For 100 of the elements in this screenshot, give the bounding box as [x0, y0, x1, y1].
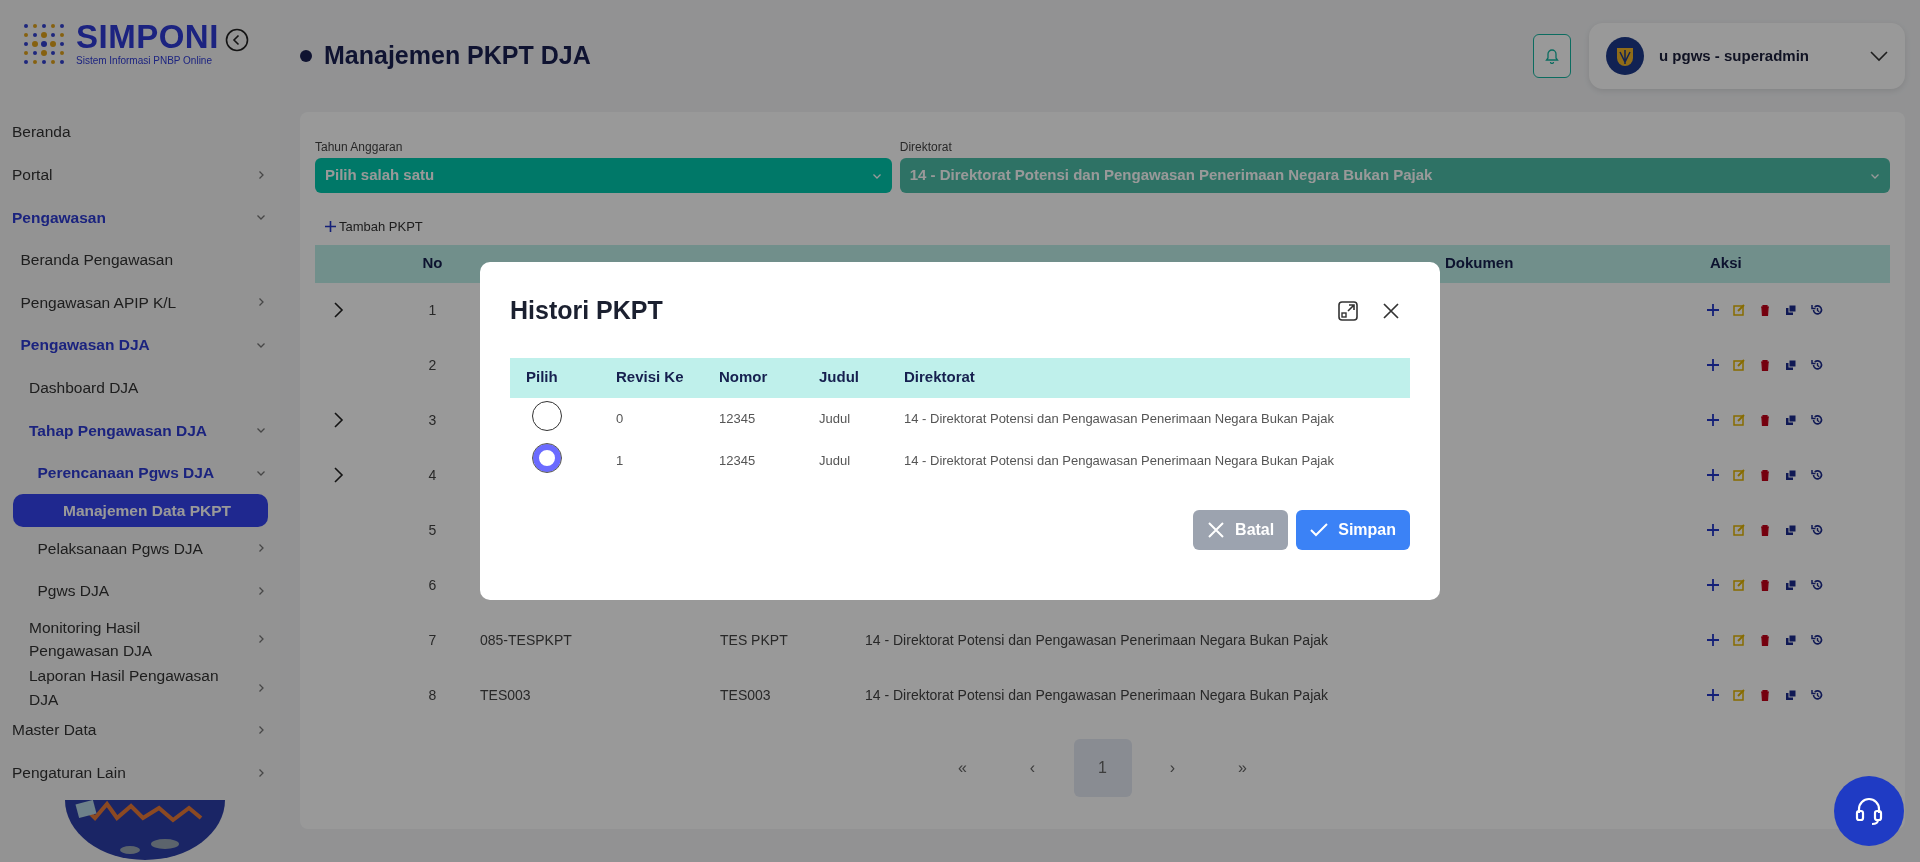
menu-item[interactable]: Beranda	[0, 110, 280, 154]
history-icon[interactable]	[1811, 359, 1823, 371]
menu-item[interactable]: Pelaksanaan Pgws DJA	[0, 527, 280, 570]
trash-icon[interactable]	[1759, 634, 1771, 646]
table-cell: 7	[428, 631, 437, 648]
history-icon[interactable]	[1811, 579, 1823, 591]
table-cell: 1	[616, 452, 624, 468]
expand-row-button[interactable]	[333, 467, 345, 483]
expand-row-button[interactable]	[333, 412, 345, 428]
table-cell: 12345	[719, 410, 756, 426]
table-cell: 14 - Direktorat Potensi dan Pengawasan Penerimaan Negara Bukan Pajak	[904, 410, 1334, 426]
chevron-right-icon	[256, 543, 266, 554]
headset-icon	[1853, 795, 1885, 827]
trash-icon[interactable]	[1759, 359, 1771, 371]
table-cell: Judul	[819, 452, 851, 468]
chevron-right-icon	[256, 169, 266, 180]
table-cell: 8	[428, 686, 437, 703]
page-nav-button[interactable]: »	[1213, 738, 1272, 797]
radio-button[interactable]	[532, 443, 562, 474]
history-icon[interactable]	[1811, 634, 1823, 646]
menu-item[interactable]: Dashboard DJA	[0, 366, 280, 409]
table-cell: 3	[428, 411, 437, 428]
menu-item[interactable]: Pengaturan Lain	[0, 751, 280, 794]
page-title: Manajemen PKPT DJA	[324, 40, 592, 72]
table-cell: 1	[428, 301, 437, 318]
plus-icon[interactable]	[1707, 414, 1719, 426]
plus-icon[interactable]	[1707, 469, 1719, 481]
chevron-right-icon	[256, 682, 266, 693]
table-cell: 2	[428, 356, 437, 373]
trash-icon[interactable]	[1759, 469, 1771, 481]
table-cell: TES003	[480, 686, 531, 703]
plus-icon[interactable]	[1707, 304, 1719, 316]
plus-icon	[325, 221, 336, 232]
table-cell: Judul	[819, 410, 851, 426]
expand-row-button[interactable]	[333, 302, 345, 318]
plus-icon[interactable]	[1707, 579, 1719, 591]
menu-item[interactable]: Laporan Hasil Pengawasan DJA	[0, 666, 280, 709]
expand-button[interactable]	[1338, 300, 1358, 321]
logo-subtitle: Sistem Informasi PNBP Online	[76, 54, 213, 68]
bell-icon	[1544, 48, 1560, 64]
copy-icon[interactable]	[1785, 469, 1797, 481]
menu-item[interactable]: Pengawasan	[0, 195, 280, 239]
page-button[interactable]: 1	[1073, 738, 1132, 797]
user-menu[interactable]: u pgws - superadmin	[1589, 23, 1905, 89]
history-icon[interactable]	[1811, 524, 1823, 536]
copy-icon[interactable]	[1785, 579, 1797, 591]
save-button[interactable]: Simpan	[1296, 509, 1410, 550]
radio-button[interactable]	[532, 401, 562, 432]
menu-item[interactable]: Pengawasan DJA	[0, 323, 280, 367]
menu-item[interactable]: Tahap Pengawasan DJA	[0, 408, 280, 452]
history-icon[interactable]	[1811, 414, 1823, 426]
bullet-icon	[300, 50, 312, 62]
table-cell: 5	[428, 521, 437, 538]
column-header: Nomor	[719, 368, 768, 386]
close-button[interactable]	[1382, 301, 1400, 320]
page-nav-button[interactable]: ›	[1143, 738, 1202, 797]
table-cell: 14 - Direktorat Potensi dan Pengawasan Penerimaan Negara Bukan Pajak	[904, 452, 1334, 468]
menu-item[interactable]: Monitoring Hasil Pengawasan DJA	[0, 612, 280, 667]
copy-icon[interactable]	[1785, 414, 1797, 426]
modal-title: Histori PKPT	[510, 295, 664, 326]
chevron-right-icon	[256, 297, 266, 308]
plus-icon[interactable]	[1707, 689, 1719, 701]
chevron-right-icon	[256, 767, 266, 778]
column-header: No	[422, 254, 443, 272]
trash-icon[interactable]	[1759, 579, 1771, 591]
column-header: Revisi Ke	[616, 368, 684, 386]
menu-item[interactable]: Manajemen Data PKPT	[13, 494, 268, 528]
menu-item[interactable]: Master Data	[0, 708, 280, 752]
menu-item[interactable]: Pengawasan APIP K/L	[0, 281, 280, 324]
page-nav-button[interactable]: ‹	[1003, 738, 1062, 797]
copy-icon[interactable]	[1785, 634, 1797, 646]
table-cell: TES PKPT	[720, 631, 788, 648]
trash-icon[interactable]	[1759, 689, 1771, 701]
menu-item[interactable]: Portal	[0, 153, 280, 196]
trash-icon[interactable]	[1759, 304, 1771, 316]
menu-item[interactable]: Beranda Pengawasan	[0, 238, 280, 282]
column-header: Judul	[819, 368, 859, 386]
plus-icon[interactable]	[1707, 359, 1719, 371]
menu-item[interactable]: Pgws DJA	[0, 569, 280, 613]
emblem-icon	[1605, 36, 1645, 76]
collapse-sidebar-button[interactable]	[224, 28, 249, 52]
plus-icon[interactable]	[1707, 634, 1719, 646]
copy-icon[interactable]	[1785, 304, 1797, 316]
column-header: Dokumen	[1445, 254, 1514, 272]
trash-icon[interactable]	[1759, 524, 1771, 536]
history-icon[interactable]	[1811, 304, 1823, 316]
history-icon[interactable]	[1811, 689, 1823, 701]
table-cell: 12345	[719, 452, 756, 468]
cancel-button[interactable]: Batal	[1193, 509, 1289, 550]
page-nav-button[interactable]: «	[933, 738, 992, 797]
history-icon[interactable]	[1811, 469, 1823, 481]
trash-icon[interactable]	[1759, 414, 1771, 426]
copy-icon[interactable]	[1785, 359, 1797, 371]
menu-item[interactable]: Perencanaan Pgws DJA	[0, 451, 280, 495]
table-cell: 14 - Direktorat Potensi dan Pengawasan Penerimaan Negara Bukan Pajak	[865, 631, 1329, 648]
table-cell: TES003	[720, 686, 771, 703]
plus-icon[interactable]	[1707, 524, 1719, 536]
add-button[interactable]: Tambah PKPT	[325, 217, 423, 237]
copy-icon[interactable]	[1785, 524, 1797, 536]
copy-icon[interactable]	[1785, 689, 1797, 701]
